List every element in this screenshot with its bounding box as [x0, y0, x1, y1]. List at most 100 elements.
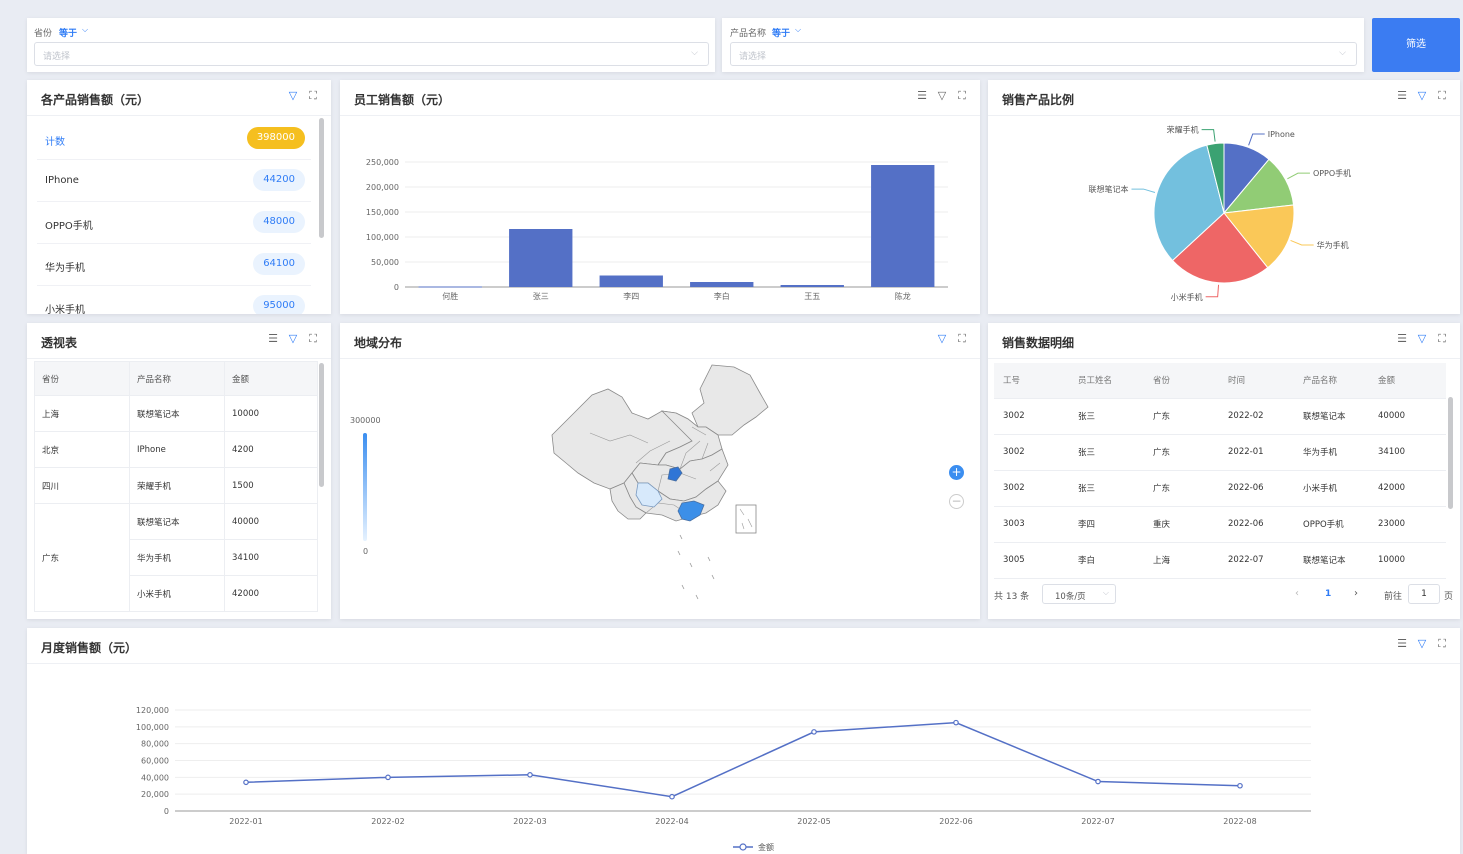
page-size-select[interactable]: 10条/页 ⌵: [1042, 584, 1116, 604]
table-row[interactable]: 广东 联想笔记本 40000: [34, 503, 318, 612]
pie-label-line: [1287, 172, 1310, 180]
list-item[interactable]: 小米手机 95000: [37, 286, 311, 314]
list-item[interactable]: OPPO手机 48000: [37, 202, 311, 244]
scrollbar[interactable]: [319, 118, 324, 238]
table-cell: 广东: [1144, 398, 1219, 435]
x-tick-label: 何胜: [442, 291, 458, 301]
list-item[interactable]: IPhone 44200: [37, 160, 311, 202]
card-title: 各产品销售额（元）: [41, 93, 150, 107]
south-sea-inset: [735, 504, 757, 534]
list-item[interactable]: 计数 398000: [37, 118, 311, 160]
x-tick-label: 李四: [623, 291, 639, 301]
x-tick-label: 张三: [533, 292, 549, 301]
data-point: [811, 729, 817, 735]
table-row[interactable]: 3002 张三 广东 2022-01 华为手机 34100: [994, 434, 1446, 471]
card-header: 透视表 ☰ ▽ ⛶: [27, 323, 331, 359]
table-cell: 联想笔记本: [129, 503, 225, 540]
data-point: [1095, 778, 1101, 785]
list-item-name: OPPO手机: [45, 221, 93, 232]
table-cell: 李白: [1069, 542, 1144, 579]
monthly-sales-card: 月度销售额（元） ☰ ▽ ⛶ 120,000 100,000 80,000 60,00…: [27, 628, 1460, 854]
current-page[interactable]: 1: [1325, 589, 1331, 599]
pie-label-line: [1248, 133, 1265, 146]
filter-button[interactable]: 筛选: [1372, 18, 1460, 72]
scrollbar[interactable]: [1448, 397, 1453, 509]
table-cell: 3003: [994, 506, 1069, 543]
table-cell: 2022-06: [1219, 506, 1294, 543]
chevron-down-icon: ⌵: [1339, 48, 1346, 58]
product-select-placeholder: 请选择: [739, 52, 767, 62]
bar: [871, 165, 935, 287]
x-tick-label: 2022-04: [655, 817, 688, 826]
filter-icon[interactable]: ▽: [287, 90, 299, 102]
data-point: [953, 719, 959, 726]
card-title: 透视表: [41, 336, 78, 350]
x-tick-label: 2022-05: [797, 817, 830, 826]
list-item-name: 华为手机: [45, 263, 85, 274]
y-tick-label: 80,000: [141, 740, 169, 749]
x-tick-label: 王五: [804, 292, 820, 301]
product-operator-dropdown[interactable]: 等于: [772, 26, 790, 39]
pie-label: 小米手机: [1171, 292, 1203, 302]
table-cell: 2022-01: [1219, 434, 1294, 471]
table-cell: 42000: [1369, 470, 1446, 507]
value-badge: 95000: [253, 295, 305, 314]
table-cell: 北京: [34, 431, 130, 468]
table-row[interactable]: 3002 张三 广东 2022-06 小米手机 42000: [994, 470, 1446, 507]
product-ratio-card: 销售产品比例 ☰ ▽ ⛶ IPhone OPPO手机 华为手机 小米手机 联想笔记本 荣耀…: [988, 80, 1460, 314]
bar: [690, 282, 754, 287]
list-icon[interactable]: ☰: [1396, 333, 1408, 345]
y-tick-label: 0: [164, 807, 169, 816]
bar: [599, 275, 663, 287]
product-select[interactable]: 请选择 ⌵: [730, 42, 1357, 66]
fullscreen-icon[interactable]: ⛶: [1436, 333, 1448, 345]
table-cell: 10000: [1369, 542, 1446, 579]
list-item[interactable]: 华为手机 64100: [37, 244, 311, 286]
next-page-icon[interactable]: ›: [1354, 588, 1358, 599]
goto-page-input[interactable]: 1: [1408, 584, 1440, 604]
y-tick-label: 40,000: [141, 773, 169, 782]
table-cell: 广东: [1144, 434, 1219, 471]
column-header: 省份: [34, 361, 130, 396]
province-select[interactable]: 请选择 ⌵: [34, 42, 709, 66]
pivot-card: 透视表 ☰ ▽ ⛶ 省份 产品名称 金额 上海 联想笔记本 10000 北京 I…: [27, 323, 331, 619]
table-row[interactable]: 北京 IPhone 4200: [34, 431, 318, 468]
list-icon[interactable]: ☰: [267, 333, 279, 345]
table-cell: 上海: [34, 395, 130, 432]
legend-label: 金额: [758, 842, 774, 852]
goto-page-value: 1: [1421, 589, 1427, 599]
bar: [418, 286, 482, 288]
table-cell: 四川: [34, 467, 130, 504]
table-cell: 3002: [994, 434, 1069, 471]
china-map[interactable]: [340, 323, 980, 619]
chevron-down-icon[interactable]: ⌵: [795, 25, 801, 35]
x-tick-label: 2022-02: [371, 817, 404, 826]
detail-table: 工号 员工姓名 省份 时间 产品名称 金额 3002 张三 广东 2022-02 联想笔…: [994, 363, 1446, 579]
table-cell: 广东: [1144, 470, 1219, 507]
column-header: 员工姓名: [1069, 363, 1144, 399]
bar: [780, 285, 844, 287]
prev-page-icon[interactable]: ‹: [1295, 588, 1299, 599]
column-header: 产品名称: [1294, 363, 1369, 399]
province-operator-dropdown[interactable]: 等于: [59, 26, 77, 39]
column-header: 工号: [994, 363, 1069, 399]
table-row[interactable]: 3003 李四 重庆 2022-06 OPPO手机 23000: [994, 506, 1446, 543]
zoom-in-button[interactable]: +: [949, 465, 964, 480]
table-row[interactable]: 四川 荣耀手机 1500: [34, 467, 318, 504]
scrollbar[interactable]: [319, 363, 324, 487]
table-row[interactable]: 3002 张三 广东 2022-02 联想笔记本 40000: [994, 398, 1446, 435]
pie-label: IPhone: [1268, 130, 1295, 139]
fullscreen-icon[interactable]: ⛶: [307, 90, 319, 102]
data-point: [243, 779, 249, 786]
filter-icon[interactable]: ▽: [287, 333, 299, 345]
x-tick-label: 2022-07: [1081, 817, 1114, 826]
x-tick-label: 2022-08: [1223, 817, 1256, 826]
province-select-placeholder: 请选择: [43, 52, 71, 62]
filter-icon[interactable]: ▽: [1416, 333, 1428, 345]
zoom-out-button[interactable]: −: [949, 494, 964, 509]
legend-marker: [739, 843, 747, 851]
table-row[interactable]: 3005 李白 上海 2022-07 联想笔记本 10000: [994, 542, 1446, 579]
table-row[interactable]: 上海 联想笔记本 10000: [34, 395, 318, 432]
chevron-down-icon[interactable]: ⌵: [82, 25, 88, 35]
fullscreen-icon[interactable]: ⛶: [307, 333, 319, 345]
